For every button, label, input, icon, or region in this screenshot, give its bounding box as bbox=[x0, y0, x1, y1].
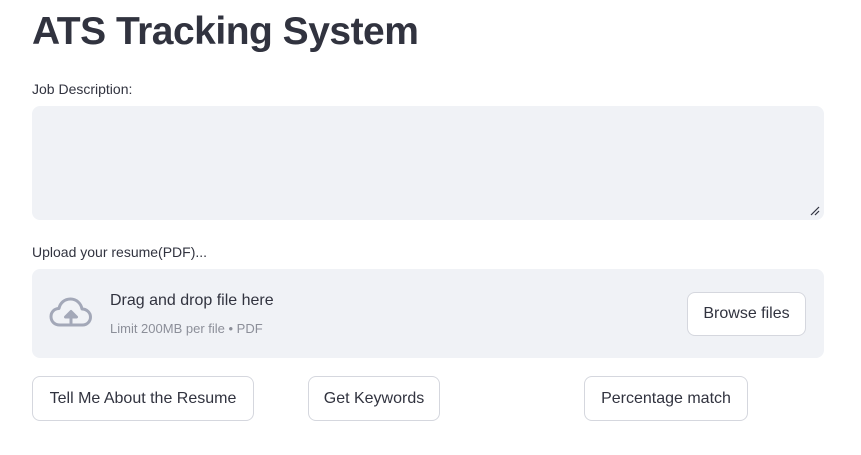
page-title: ATS Tracking System bbox=[32, 10, 419, 53]
job-description-label: Job Description: bbox=[32, 81, 133, 97]
job-description-textarea[interactable] bbox=[32, 106, 824, 220]
get-keywords-button[interactable]: Get Keywords bbox=[308, 376, 440, 421]
tell-me-about-resume-button[interactable]: Tell Me About the Resume bbox=[32, 376, 254, 421]
dropzone-limit-text: Limit 200MB per file • PDF bbox=[110, 321, 263, 336]
percentage-match-button[interactable]: Percentage match bbox=[584, 376, 748, 421]
app-page: ATS Tracking System Job Description: Upl… bbox=[0, 0, 861, 455]
upload-resume-label: Upload your resume(PDF)... bbox=[32, 244, 208, 260]
resize-handle-icon[interactable] bbox=[810, 206, 820, 216]
dropzone-instruction: Drag and drop file here bbox=[110, 292, 274, 309]
cloud-upload-icon bbox=[49, 297, 92, 327]
file-dropzone[interactable]: Drag and drop file here Limit 200MB per … bbox=[32, 269, 824, 358]
browse-files-button[interactable]: Browse files bbox=[687, 292, 806, 336]
job-description-field-wrapper bbox=[32, 106, 824, 220]
